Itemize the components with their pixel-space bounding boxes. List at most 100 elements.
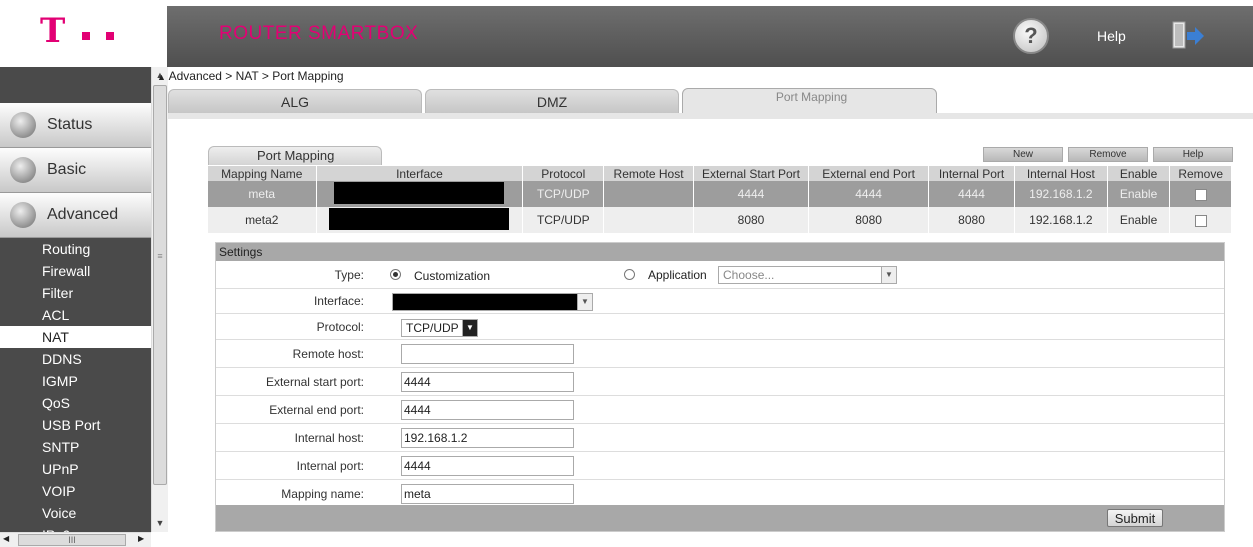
protocol-select[interactable]: TCP/UDP ▼ — [401, 319, 478, 337]
table-row[interactable]: meta TCP/UDP 4444 4444 4444 192.168.1.2 … — [208, 181, 1232, 207]
cell-mapping-name: meta — [208, 181, 317, 207]
scroll-right-arrow-icon[interactable]: ▶ — [138, 534, 144, 543]
sidebar: Status Basic Advanced Routing Firewall F… — [0, 67, 151, 547]
sidebar-item-ddns[interactable]: DDNS — [0, 348, 151, 370]
external-end-port-label: External end port: — [269, 403, 364, 417]
table-row[interactable]: meta2 TCP/UDP 8080 8080 8080 192.168.1.2… — [208, 207, 1232, 233]
submit-button[interactable]: Submit — [1107, 509, 1163, 527]
internal-port-row: Internal port: — [216, 452, 1224, 480]
cell-enable: Enable — [1107, 207, 1171, 233]
logout-door-icon[interactable] — [1171, 20, 1205, 52]
remote-host-input[interactable] — [401, 344, 574, 364]
internal-host-label: Internal host: — [294, 431, 364, 445]
breadcrumb-text: Advanced > NAT > Port Mapping — [168, 69, 344, 83]
sidebar-item-sntp[interactable]: SNTP — [0, 436, 151, 458]
column-header: Mapping Name — [208, 166, 317, 181]
sidebar-item-routing[interactable]: Routing — [0, 238, 151, 260]
cell-remote-host — [603, 181, 694, 207]
cell-remote-host — [603, 207, 694, 233]
sidebar-item-usb-port[interactable]: USB Port — [0, 414, 151, 436]
cell-ext-start: 8080 — [693, 207, 810, 233]
type-label: Type: — [334, 268, 364, 282]
tab-bar: ALG DMZ Port Mapping — [168, 88, 1253, 115]
cell-ext-end: 8080 — [808, 207, 930, 233]
type-row: Type: Customization Application Choose..… — [216, 261, 1224, 289]
breadcrumb: ▲ Advanced > NAT > Port Mapping — [157, 69, 344, 83]
new-button[interactable]: New — [983, 147, 1063, 162]
cell-int-host: 192.168.1.2 — [1014, 181, 1108, 207]
sidebar-item-qos[interactable]: QoS — [0, 392, 151, 414]
application-radio[interactable] — [624, 269, 635, 280]
settings-title: Settings — [216, 243, 1224, 261]
column-header: External Start Port — [693, 166, 810, 181]
remove-checkbox[interactable] — [1194, 214, 1207, 227]
sidebar-item-firewall[interactable]: Firewall — [0, 260, 151, 282]
scroll-thumb[interactable]: III — [18, 534, 126, 546]
status-icon — [10, 112, 36, 138]
sidebar-item-nat[interactable]: NAT — [0, 326, 151, 348]
sidebar-item-igmp[interactable]: IGMP — [0, 370, 151, 392]
scroll-left-arrow-icon[interactable]: ◀ — [3, 534, 9, 543]
sidebar-horizontal-scrollbar[interactable]: ◀ III ▶ — [0, 532, 151, 547]
tab-alg[interactable]: ALG — [168, 89, 422, 113]
mapping-name-label: Mapping name: — [281, 487, 364, 501]
remove-checkbox[interactable] — [1194, 188, 1207, 201]
sidebar-item-voip[interactable]: VOIP — [0, 480, 151, 502]
external-end-port-row: External end port: — [216, 396, 1224, 424]
external-start-port-input[interactable] — [401, 372, 574, 392]
help-button[interactable]: Help — [1153, 147, 1233, 162]
logo-dot — [82, 32, 90, 40]
internal-port-label: Internal port: — [296, 459, 364, 473]
cell-remove — [1169, 207, 1232, 233]
logo-t: T — [40, 11, 66, 51]
sidebar-category-advanced[interactable]: Advanced — [0, 193, 151, 238]
protocol-select-value: TCP/UDP — [406, 321, 459, 335]
chevron-down-icon: ▼ — [881, 267, 896, 283]
cell-protocol: TCP/UDP — [522, 207, 605, 233]
external-end-port-input[interactable] — [401, 400, 574, 420]
cell-int-port: 8080 — [928, 207, 1015, 233]
cell-interface — [316, 207, 524, 233]
submit-bar: Submit — [216, 505, 1224, 531]
sidebar-category-status[interactable]: Status — [0, 103, 151, 148]
scroll-down-arrow-icon[interactable]: ▼ — [152, 515, 168, 532]
column-header: Internal Host — [1014, 166, 1108, 181]
table-header-row: Mapping Name Interface Protocol Remote H… — [208, 166, 1232, 181]
customization-radio[interactable] — [390, 269, 401, 280]
cell-ext-end: 4444 — [808, 181, 930, 207]
sidebar-item-acl[interactable]: ACL — [0, 304, 151, 326]
tab-dmz[interactable]: DMZ — [425, 89, 679, 113]
cell-enable: Enable — [1107, 181, 1171, 207]
cell-ext-start: 4444 — [693, 181, 810, 207]
sidebar-category-basic[interactable]: Basic — [0, 148, 151, 193]
column-header: Remote Host — [603, 166, 694, 181]
sidebar-item-filter[interactable]: Filter — [0, 282, 151, 304]
chevron-down-icon: ▼ — [577, 294, 592, 310]
sidebar-category-label: Basic — [47, 161, 87, 178]
cell-int-port: 4444 — [928, 181, 1015, 207]
protocol-label: Protocol: — [316, 320, 364, 334]
column-header: Remove — [1169, 166, 1232, 181]
tab-port-mapping[interactable]: Port Mapping — [682, 88, 937, 115]
interface-select[interactable]: ▼ — [392, 293, 593, 311]
interface-row: Interface: ▼ — [216, 289, 1224, 314]
gear-icon — [10, 157, 36, 183]
remote-host-label: Remote host: — [292, 347, 364, 361]
mapping-name-input[interactable] — [401, 484, 574, 504]
help-link[interactable]: Help — [1097, 28, 1126, 44]
application-select-value: Choose... — [723, 268, 775, 282]
remove-button[interactable]: Remove — [1068, 147, 1148, 162]
scroll-thumb[interactable]: ≡ — [153, 85, 167, 485]
external-start-port-label: External start port: — [265, 375, 364, 389]
customization-label: Customization — [414, 269, 491, 283]
internal-port-input[interactable] — [401, 456, 574, 476]
mapping-name-row: Mapping name: — [216, 480, 1224, 508]
application-select[interactable]: Choose... ▼ — [718, 266, 897, 284]
help-circle-icon[interactable]: ? — [1013, 18, 1049, 54]
internal-host-input[interactable] — [401, 428, 574, 448]
sidebar-item-upnp[interactable]: UPnP — [0, 458, 151, 480]
column-header: Interface — [316, 166, 524, 181]
sidebar-vertical-scrollbar[interactable]: ▲ ≡ ▼ — [151, 67, 168, 532]
sidebar-item-voice[interactable]: Voice — [0, 502, 151, 524]
cell-remove — [1169, 181, 1232, 207]
